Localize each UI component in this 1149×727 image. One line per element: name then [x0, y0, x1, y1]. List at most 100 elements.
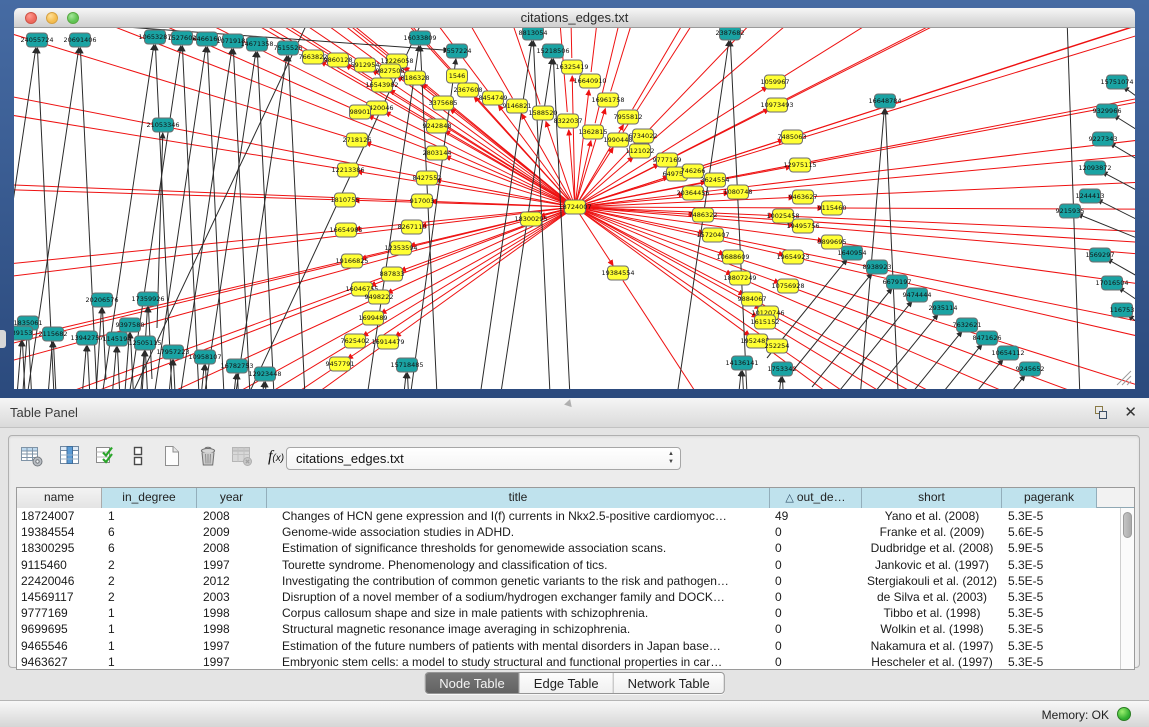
column-chooser-icon[interactable] [57, 444, 83, 470]
column-header-in_degree[interactable]: in_degree [102, 488, 197, 508]
graph-node[interactable]: 14136141 [725, 356, 758, 370]
graph-node[interactable]: 2115682 [39, 327, 68, 341]
graph-node[interactable]: 1121022 [626, 144, 655, 158]
graph-node[interactable]: 18300295 [514, 212, 547, 226]
column-header-out_de[interactable]: △out_de… [770, 488, 862, 508]
graph-node[interactable]: 15718485 [390, 358, 423, 372]
graph-node[interactable]: 16648784 [868, 94, 901, 108]
new-file-icon[interactable] [159, 444, 185, 470]
graph-node[interactable]: 6679197 [883, 275, 912, 289]
graph-node[interactable]: 12093872 [1078, 161, 1111, 175]
vertical-scrollbar[interactable] [1120, 508, 1134, 669]
graph-node[interactable]: 1810755 [331, 193, 360, 207]
memory-ok-light[interactable] [1117, 707, 1131, 721]
stacked-squares-icon[interactable] [125, 444, 151, 470]
graph-node[interactable]: 12213386 [331, 163, 364, 177]
graph-node[interactable]: 20364456 [676, 186, 709, 200]
function-builder-icon[interactable]: f(x) [263, 448, 289, 474]
graph-node[interactable]: 16640910 [573, 74, 606, 88]
graph-node[interactable]: 15751074 [1100, 75, 1133, 89]
graph-node[interactable]: 1699489 [359, 311, 388, 325]
tab-network-table[interactable]: Network Table [614, 673, 724, 693]
graph-node[interactable]: 17016504 [1095, 276, 1128, 290]
graph-node[interactable]: 1546 [447, 69, 468, 83]
scrollbar-thumb[interactable] [1123, 512, 1132, 538]
graph-node[interactable]: 9215935 [1056, 204, 1085, 218]
graph-node[interactable]: 3624554 [701, 173, 730, 187]
graph-node[interactable]: 1244413 [1076, 189, 1105, 203]
close-icon[interactable]: ✕ [1124, 403, 1137, 421]
graph-node[interactable]: 9397588 [116, 318, 145, 332]
graph-node[interactable]: 8471626 [973, 331, 1002, 345]
graph-node[interactable]: 19166825 [335, 254, 368, 268]
graph-node[interactable]: 10756928 [771, 279, 804, 293]
graph-node[interactable]: 1145194 [103, 332, 132, 346]
graph-node[interactable]: 7625402 [341, 334, 370, 348]
graph-node[interactable]: 98901 [350, 105, 371, 119]
graph-node[interactable]: 1059967 [761, 75, 790, 89]
graph-node[interactable]: 9860128 [324, 53, 353, 67]
graph-node[interactable]: 917003 [410, 194, 435, 208]
graph-node[interactable]: 9242848 [423, 119, 452, 133]
table-row[interactable]: 911546021997Tourette syndrome. Phenomeno… [17, 557, 1120, 573]
graph-node[interactable]: 15218506 [536, 44, 569, 58]
tab-edge-table[interactable]: Edge Table [520, 673, 614, 693]
column-header-short[interactable]: short [862, 488, 1002, 508]
table-row[interactable]: 977716911998Corpus callosum shape and si… [17, 605, 1120, 621]
column-header-pagerank[interactable]: pagerank [1002, 488, 1097, 508]
column-header-title[interactable]: title [267, 488, 770, 508]
graph-node[interactable]: 21053346 [146, 118, 179, 132]
graph-node[interactable]: 17359926 [131, 292, 164, 306]
graph-node[interactable]: 7632621 [953, 318, 982, 332]
table-row[interactable]: 946554611997Estimation of the future num… [17, 638, 1120, 654]
graph-node[interactable]: 19654923 [776, 250, 809, 264]
window-titlebar[interactable]: citations_edges.txt [14, 8, 1135, 28]
graph-node[interactable]: 252254 [765, 339, 790, 353]
graph-node[interactable]: 7557224 [443, 44, 472, 58]
graph-node[interactable]: 9227343 [1089, 132, 1118, 146]
graph-node[interactable]: 1753342 [768, 362, 797, 376]
graph-node[interactable]: 9899695 [818, 235, 847, 249]
graph-node[interactable]: 19495756 [786, 219, 819, 233]
graph-node[interactable]: 1080748 [724, 185, 753, 199]
table-row[interactable]: 946362711997Embryonic stem cells: a mode… [17, 654, 1120, 669]
graph-node[interactable]: 16961758 [591, 93, 624, 107]
graph-node[interactable]: 7955812 [614, 110, 643, 124]
tab-node-table[interactable]: Node Table [425, 673, 520, 693]
column-header-name[interactable]: name [17, 488, 102, 508]
table-source-dropdown[interactable]: citations_edges.txt ▲▼ [286, 447, 681, 470]
graph-node[interactable]: 7485063 [778, 130, 807, 144]
graph-node[interactable]: 9457791 [326, 357, 355, 371]
graph-node[interactable]: 8427552 [413, 171, 442, 185]
graph-node[interactable]: 8938923 [863, 260, 892, 274]
column-header-year[interactable]: year [197, 488, 267, 508]
select-rows-icon[interactable] [93, 444, 119, 470]
table-row[interactable]: 1830029562008Estimation of significance … [17, 540, 1120, 556]
graph-node[interactable]: 7486322 [689, 208, 718, 222]
table-row[interactable]: 2242004622012Investigating the contribut… [17, 573, 1120, 589]
graph-node[interactable]: 2718126 [343, 133, 372, 147]
graph-node[interactable]: 9474444 [903, 288, 932, 302]
table-row[interactable]: 1872400712008Changes of HCN gene express… [17, 508, 1120, 524]
table-row[interactable]: 1938455462009Genome-wide association stu… [17, 524, 1120, 540]
graph-node[interactable]: 16914479 [371, 335, 404, 349]
graph-node[interactable]: 8813054 [519, 28, 548, 40]
graph-node[interactable]: 14671358 [240, 37, 273, 51]
graph-node[interactable]: 9884067 [738, 292, 767, 306]
delete-trash-icon[interactable] [195, 444, 221, 470]
graph-node[interactable]: 1615152 [751, 315, 780, 329]
graph-node[interactable]: 16654985 [329, 223, 362, 237]
graph-node[interactable]: 2803144 [423, 146, 452, 160]
graph-node[interactable]: 19384554 [601, 266, 634, 280]
graph-node[interactable]: 887833 [380, 267, 405, 281]
table-row[interactable]: 1456911722003Disruption of a novel membe… [17, 589, 1120, 605]
graph-node[interactable]: 10958107 [188, 350, 221, 364]
graph-node[interactable]: 2387682 [716, 28, 745, 40]
graph-node[interactable]: 16325419 [555, 60, 588, 74]
graph-node[interactable]: 10688609 [716, 250, 749, 264]
graph-node[interactable]: 1569297 [1086, 248, 1115, 262]
import-table-disabled-icon[interactable] [229, 444, 255, 470]
graph-node[interactable]: 15720407 [696, 228, 729, 242]
graph-node[interactable]: 116753 [1110, 303, 1135, 317]
float-window-icon[interactable] [1094, 406, 1109, 421]
